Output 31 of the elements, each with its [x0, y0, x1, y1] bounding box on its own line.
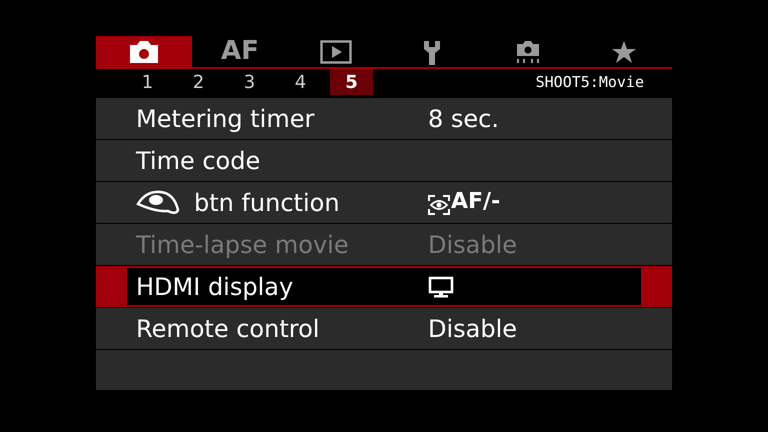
setting-value: Disable — [428, 314, 518, 344]
camera-icon — [128, 40, 160, 64]
page-number[interactable]: 5 — [330, 69, 373, 95]
setting-label: Remote control — [136, 314, 320, 344]
setting-label: Metering timer — [136, 104, 314, 134]
menu-row[interactable]: btn function AF/- — [96, 182, 672, 223]
eye-icon — [136, 190, 180, 216]
setting-label: Time code — [136, 146, 260, 176]
page-number[interactable]: 1 — [126, 69, 169, 95]
setting-label: btn function — [194, 188, 340, 218]
menu-row[interactable]: Metering timer 8 sec. — [96, 98, 672, 139]
wrench-icon — [422, 38, 442, 64]
star-icon — [611, 40, 637, 64]
setting-value: Disable — [428, 230, 518, 260]
menu-title: SHOOT5:Movie — [536, 72, 644, 93]
menu-row[interactable]: HDMI display — [96, 266, 672, 307]
setting-value: 8 sec. — [428, 104, 499, 134]
setting-label: Time-lapse movie — [136, 230, 349, 260]
page-number[interactable]: 2 — [177, 69, 220, 95]
menu-row[interactable]: Remote control Disable — [96, 308, 672, 349]
camera-icon — [514, 38, 542, 64]
monitor-icon — [428, 276, 454, 298]
setting-value: AF/- — [451, 190, 500, 212]
menu-row[interactable]: Time code — [96, 140, 672, 181]
tab-label: AF — [221, 35, 259, 68]
play-icon — [320, 40, 352, 64]
setting-label: HDMI display — [136, 272, 294, 302]
menu-tab[interactable] — [96, 36, 192, 67]
page-number[interactable]: 4 — [279, 69, 322, 95]
eye-frame-icon — [428, 194, 450, 214]
page-number[interactable]: 3 — [228, 69, 271, 95]
